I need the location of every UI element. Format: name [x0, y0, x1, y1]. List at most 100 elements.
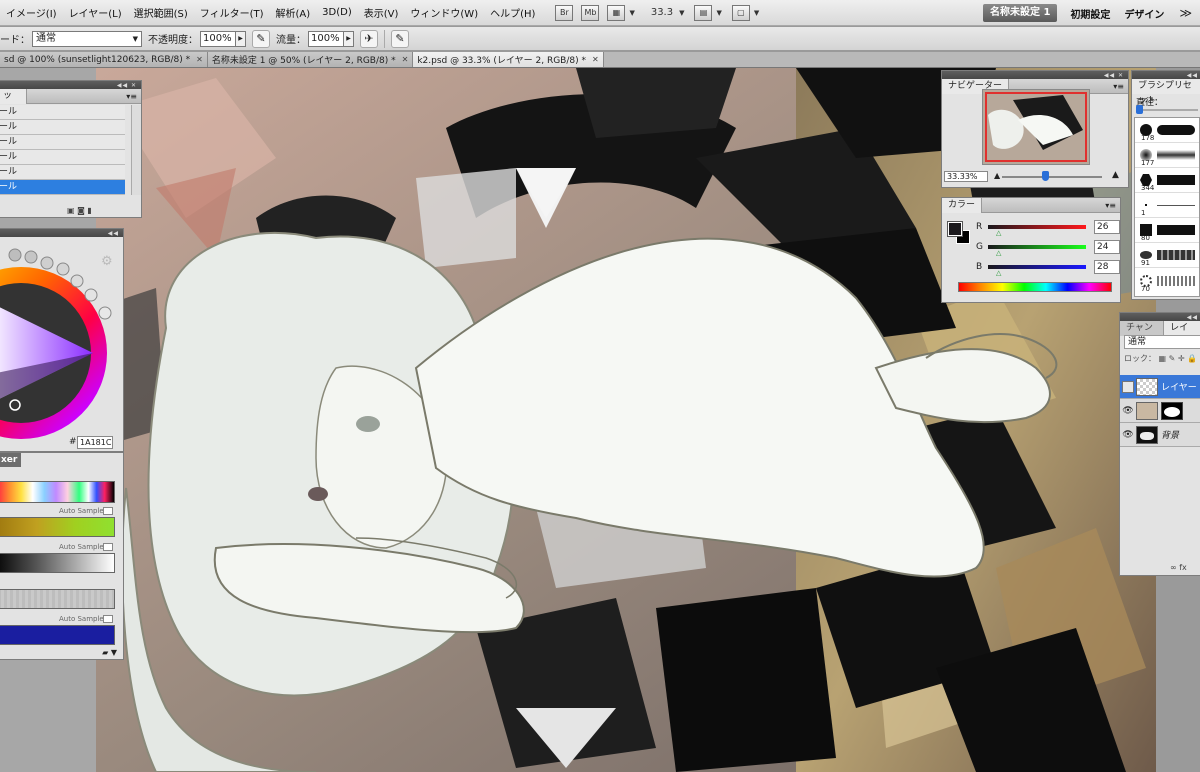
chevron-down-icon[interactable]: ▼ [679, 9, 684, 17]
view-extras-button[interactable]: ▦ [607, 4, 626, 21]
view-rectangle[interactable] [985, 92, 1087, 162]
zoom-out-icon[interactable]: ▲ [994, 171, 1000, 180]
red-input[interactable]: 26 [1094, 220, 1120, 234]
auto-sample-checkbox[interactable] [103, 615, 113, 623]
tab-color[interactable]: カラー [942, 197, 983, 213]
layer-row[interactable]: レイヤー [1120, 375, 1200, 399]
workspace-custom[interactable]: 名称未設定 1 [982, 4, 1058, 22]
screen-mode-button[interactable]: ▢ [731, 4, 750, 21]
menu-3d[interactable]: 3D(D) [316, 7, 358, 18]
layer-blend-mode-select[interactable]: 通常 [1124, 335, 1200, 349]
close-icon[interactable]: ✕ [402, 55, 409, 64]
panel-menu-icon[interactable]: ▾≡ [1113, 82, 1124, 91]
blue-input[interactable]: 28 [1094, 260, 1120, 274]
diameter-slider[interactable] [1138, 109, 1198, 111]
tab-brush-presets[interactable]: ブラシプリセット [1132, 78, 1200, 106]
scrollbar[interactable] [131, 105, 141, 195]
list-item[interactable]: ール [0, 135, 125, 150]
arrange-documents-button[interactable]: ▤ [694, 4, 713, 21]
brush-preset[interactable]: 80 [1135, 218, 1199, 243]
brush-preset[interactable]: 91 [1135, 243, 1199, 268]
green-input[interactable]: 24 [1094, 240, 1120, 254]
chevron-down-icon[interactable]: ▼ [629, 9, 634, 17]
mixer-tab[interactable]: xer [0, 453, 22, 467]
list-item[interactable]: ール [0, 165, 125, 180]
brush-preset[interactable]: 1 [1135, 193, 1199, 218]
menu-image[interactable]: イメージ(I) [0, 5, 63, 20]
close-icon[interactable]: ✕ [592, 55, 599, 64]
gradient-bar-olive[interactable] [0, 517, 115, 537]
mini-bridge-button[interactable]: Mb [581, 4, 600, 21]
slider-handle[interactable]: △ [996, 249, 1001, 257]
collapse-icon[interactable]: ◀◀ [108, 230, 119, 237]
workspace-essentials[interactable]: 初期設定 [1063, 6, 1117, 21]
swatch-strip[interactable] [0, 481, 115, 503]
brush-preset[interactable]: 177 [1135, 143, 1199, 168]
lock-position-icon[interactable]: ✛ [1178, 354, 1185, 363]
flow-stepper[interactable]: ▶ [344, 30, 354, 47]
flow-input[interactable]: 100% [308, 30, 344, 47]
menu-layer[interactable]: レイヤー(L) [63, 5, 128, 20]
navigator-zoom-input[interactable]: 33.33% [944, 171, 988, 182]
menu-view[interactable]: 表示(V) [358, 5, 405, 20]
menu-window[interactable]: ウィンドウ(W) [404, 5, 484, 20]
auto-sample-checkbox[interactable] [103, 543, 113, 551]
panel-collapse-strip[interactable]: ◀◀ [0, 229, 123, 237]
slider-handle[interactable]: △ [996, 269, 1001, 277]
tab-channels[interactable]: チャンネル [1120, 320, 1165, 348]
opacity-stepper[interactable]: ▶ [236, 30, 246, 47]
panel-menu-icon[interactable]: ▾≡ [1105, 201, 1116, 210]
auto-sample-checkbox[interactable] [103, 507, 113, 515]
pressure-opacity-icon[interactable]: ✎ [252, 29, 270, 48]
lock-brush-icon[interactable]: ✎ [1169, 354, 1176, 363]
pressure-size-icon[interactable]: ✎ [391, 29, 409, 48]
list-item[interactable]: ール [0, 120, 125, 135]
green-slider[interactable]: △ [988, 245, 1086, 257]
blue-slider[interactable]: △ [988, 265, 1086, 277]
menu-select[interactable]: 選択範囲(S) [128, 5, 194, 20]
slider-handle[interactable]: △ [996, 229, 1001, 237]
layer-row[interactable]: 👁 [1120, 399, 1200, 423]
collapse-icon[interactable]: ◀◀ ✕ [117, 82, 137, 89]
list-item[interactable]: ール [0, 150, 125, 165]
workspace-design[interactable]: デザイン [1117, 6, 1171, 21]
brush-preset[interactable]: 344 [1135, 168, 1199, 193]
gradient-bar-blue[interactable] [0, 625, 115, 645]
opacity-input[interactable]: 100% [200, 30, 236, 47]
tab-untitled-1[interactable]: 名称未設定 1 @ 50% (レイヤー 2, RGB/8) * ✕ [207, 52, 414, 67]
visibility-toggle[interactable] [1122, 380, 1134, 393]
color-spectrum-bar[interactable] [958, 282, 1112, 292]
menu-analysis[interactable]: 解析(A) [270, 5, 317, 20]
mixer-footer-icons[interactable]: ▰ ▼ [102, 648, 117, 657]
more-workspaces-button[interactable]: ≫ [1171, 6, 1200, 20]
eye-icon[interactable]: 👁 [1120, 430, 1136, 440]
lock-all-icon[interactable]: 🔒 [1187, 354, 1197, 363]
brush-preset[interactable]: 70 [1135, 268, 1199, 293]
panel-menu-icon[interactable]: ▾≡ [126, 92, 137, 101]
layer-footer-icons[interactable]: ∞ fx [1170, 563, 1187, 572]
list-item[interactable]: ール [0, 105, 125, 120]
bridge-button[interactable]: Br [555, 4, 574, 21]
blend-mode-select[interactable]: 通常 ▼ [32, 30, 142, 47]
hex-color-input[interactable]: 1A181C [77, 436, 113, 449]
panel-tab[interactable]: ッ [0, 88, 27, 104]
navigator-thumbnail[interactable] [982, 89, 1090, 165]
red-slider[interactable]: △ [988, 225, 1086, 237]
layer-row[interactable]: 👁 背景 [1120, 423, 1200, 447]
zoom-slider[interactable] [1002, 176, 1102, 178]
collapse-icon[interactable]: ◀◀ [1187, 72, 1198, 79]
brush-preset[interactable]: 178 [1135, 118, 1199, 143]
tab-sunsetlight[interactable]: sd @ 100% (sunsetlight120623, RGB/8) * ✕ [0, 52, 208, 67]
tab-k2[interactable]: k2.psd @ 33.3% (レイヤー 2, RGB/8) * ✕ [413, 52, 604, 67]
diameter-slider-handle[interactable] [1136, 105, 1143, 114]
list-item[interactable]: ール [0, 180, 125, 195]
foreground-color-swatch[interactable] [947, 221, 963, 237]
zoom-slider-handle[interactable] [1042, 171, 1049, 181]
tab-layers[interactable]: レイヤー [1164, 320, 1200, 348]
collapse-icon[interactable]: ◀◀ [1187, 314, 1198, 321]
lock-transparency-icon[interactable]: ▦ [1159, 354, 1167, 363]
menu-filter[interactable]: フィルター(T) [194, 5, 270, 20]
airbrush-icon[interactable]: ✈ [360, 29, 378, 48]
texture-bar[interactable] [0, 589, 115, 609]
collapse-icon[interactable]: ◀◀ ✕ [1104, 72, 1124, 79]
